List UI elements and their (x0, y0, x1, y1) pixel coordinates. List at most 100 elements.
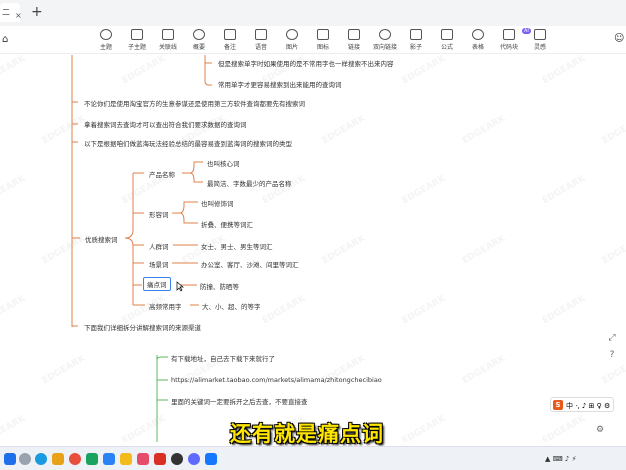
toolbar-item-label: 关联线 (158, 44, 177, 51)
mindmap-node[interactable]: 女士、男士、男生等词汇 (201, 241, 273, 251)
search-icon[interactable] (19, 453, 31, 465)
chrome-icon[interactable] (69, 453, 81, 465)
toolbar-item-summary[interactable]: 概要 (184, 29, 214, 51)
mindmap-node[interactable]: 折叠、便携等词汇 (201, 219, 253, 229)
mindmap-node-selected[interactable]: 痛点词 (143, 277, 171, 291)
toolbar-item-label: 代码块 (499, 44, 518, 51)
settings-icon[interactable]: ⚙ (594, 424, 606, 436)
home-icon[interactable]: ⌂ (2, 34, 8, 45)
toolbar-item-label: 链接 (347, 44, 360, 51)
mindmap-node[interactable]: 人群词 (149, 241, 169, 251)
mindmap-node[interactable]: 产品名称 (149, 169, 175, 179)
toolbar-item-relation[interactable]: 关联线 (153, 29, 183, 51)
link-icon (348, 29, 360, 40)
app-icon[interactable] (120, 453, 132, 465)
image-icon (286, 29, 298, 40)
app-icon[interactable] (154, 453, 166, 465)
mindmap-node[interactable]: 以下是根据咱们做蓝海玩法经验总结的最容易查到蓝海词的搜索词的类型 (84, 138, 292, 148)
document-tab[interactable]: 二 × (0, 3, 22, 22)
app-icon[interactable] (103, 453, 115, 465)
toolbar-item-label: 图片 (285, 44, 298, 51)
relation-icon (162, 29, 174, 40)
mindmap-app-icon[interactable] (205, 453, 217, 465)
file-explorer-icon[interactable] (52, 453, 64, 465)
mindmap-node[interactable]: 但是搜索单字时如果使用的是不常用字也一样搜索不出来内容 (218, 58, 394, 68)
shadow-icon (410, 29, 422, 40)
table-icon (472, 29, 484, 40)
emoji-icon (317, 29, 329, 40)
toolbar-item-shadow[interactable]: 影子 (401, 29, 431, 51)
mindmap-node[interactable]: 里面的关键词一定要拆开之后去查，不要直接查 (171, 396, 308, 406)
video-subtitle: 还有就是痛点词 (230, 422, 384, 446)
bilink-icon (379, 29, 391, 40)
mindmap-node[interactable]: 形容词 (149, 209, 169, 219)
mindmap-node[interactable]: 也叫修饰词 (201, 198, 234, 208)
mindmap-node[interactable]: 防撞、防晒等 (200, 281, 239, 291)
mindmap-link-node[interactable]: https://alimarket.taobao.com/markets/ali… (171, 376, 382, 384)
subtopic-icon (131, 29, 143, 40)
toolbar-item-label: 主题 (99, 44, 112, 51)
app-icon[interactable] (171, 453, 183, 465)
user-icon[interactable]: ☺ (614, 33, 624, 44)
theme-icon (100, 29, 112, 40)
toolbar-item-label: 子主题 (127, 44, 146, 51)
mindmap-node[interactable]: 拿着搜索词去查询才可以查出符合我们要求数据的查询词 (84, 119, 247, 129)
toolbar-item-label: 灵感 (533, 44, 546, 51)
app-icon[interactable] (188, 453, 200, 465)
toolbar-item-label: 公式 (440, 44, 453, 51)
close-icon[interactable]: × (15, 11, 22, 20)
toolbar-item-label: 影子 (409, 44, 422, 51)
toolbar-item-theme[interactable]: 主题 (91, 29, 121, 51)
toolbar-item-label: 双向链接 (372, 44, 397, 51)
mindmap-node[interactable]: 办公室、客厅、沙滩、间里等词汇 (201, 259, 299, 269)
toolbar-item-subtopic[interactable]: 子主题 (122, 29, 152, 51)
toolbar-item-formula[interactable]: 公式 (432, 29, 462, 51)
mindmap-node[interactable]: 下面我们详细拆分讲解搜索词的来源渠道 (84, 322, 201, 332)
system-tray[interactable]: ▲ ⌨ ♪ ⚡ (545, 455, 577, 463)
taskbar: ▲ ⌨ ♪ ⚡ (0, 446, 626, 470)
mindmap-node[interactable]: 高频常用字 (149, 301, 182, 311)
toolbar-item-voice[interactable]: 语音 (246, 29, 276, 51)
wechat-icon[interactable] (86, 453, 98, 465)
formula-icon (441, 29, 453, 40)
add-tab-button[interactable]: + (31, 4, 43, 20)
ai-icon (534, 29, 546, 40)
mindmap-center-node[interactable]: 优质搜索词 (85, 234, 118, 244)
mindmap-node[interactable]: 场景词 (149, 259, 169, 269)
app-icon[interactable] (137, 453, 149, 465)
toolbar-item-image[interactable]: 图片 (277, 29, 307, 51)
toolbar-item-note[interactable]: 备注 (215, 29, 245, 51)
ai-badge: AI (522, 28, 531, 34)
toolbar-item-label: 图标 (316, 44, 329, 51)
edge-browser-icon[interactable] (35, 453, 47, 465)
ime-toolbar[interactable]: S 中 ·, ♪ ⊞ ♀ ⚙ (550, 397, 614, 412)
mindmap-node[interactable]: 也叫核心词 (207, 158, 240, 168)
expand-icon[interactable]: ⤢ (606, 332, 618, 344)
mindmap-canvas[interactable]: EDGEARK EDGEARK EDGEARK EDGEARK EDGEARK EDGEA… (0, 55, 626, 442)
toolbar-item-label: 备注 (223, 44, 236, 51)
toolbar-item-link[interactable]: 链接 (339, 29, 369, 51)
mindmap-node[interactable]: 不论你们是使用淘宝官方的生意参谋还是使用第三方软件查询都要先有搜索词 (84, 98, 305, 108)
toolbar-item-bilink[interactable]: 双向链接 (370, 29, 400, 51)
ime-controls[interactable]: 中 ·, ♪ ⊞ ♀ ⚙ (566, 401, 610, 411)
cursor-icon (176, 281, 184, 292)
toolbar: ⌂ 主题 子主题 关联线 概要 备注 语音 图片 图标 链接 双向链接 影子 公式 表格 代码块 灵感 AI… (0, 26, 626, 54)
title-strip: 二 × + (0, 0, 626, 26)
note-icon (224, 29, 236, 40)
sogou-logo-icon: S (553, 400, 563, 410)
help-icon[interactable]: ? (606, 349, 618, 361)
windows-start-icon[interactable] (4, 453, 16, 465)
code-icon (503, 29, 515, 40)
mindmap-node[interactable]: 大、小、超、的等字 (202, 301, 261, 311)
toolbar-item-code[interactable]: 代码块 (494, 29, 524, 51)
toolbar-item-emoji[interactable]: 图标 (308, 29, 338, 51)
toolbar-item-label: 表格 (471, 44, 484, 51)
summary-icon (193, 29, 205, 40)
mindmap-node[interactable]: 最简洁、字数最少的产品名称 (207, 178, 292, 188)
toolbar-item-table[interactable]: 表格 (463, 29, 493, 51)
mindmap-node[interactable]: 常用单字才更容易搜索到出来能用的查询词 (218, 79, 342, 89)
toolbar-item-label: 概要 (192, 44, 205, 51)
mindmap-node[interactable]: 有下载地址，自己去下载下来就行了 (171, 353, 275, 363)
voice-icon (255, 29, 267, 40)
tab-label: 二 (2, 8, 10, 17)
